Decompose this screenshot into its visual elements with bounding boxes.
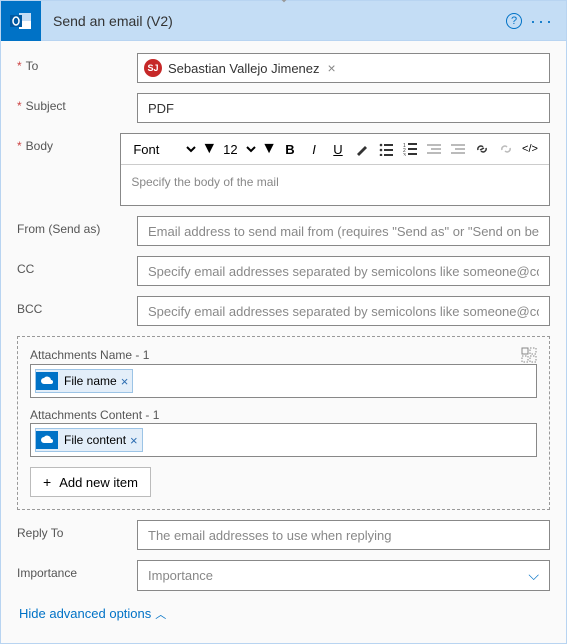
connector-arrow-icon bbox=[275, 0, 293, 6]
card-header: Send an email (V2) ? ··· bbox=[1, 1, 566, 41]
numbered-icon: 123 bbox=[403, 142, 417, 156]
link-icon bbox=[475, 142, 489, 156]
body-editor: Font ▼ 12 ▼ B I U 1 bbox=[120, 133, 550, 206]
reply-to-label: Reply To bbox=[17, 520, 137, 540]
bullet-list-button[interactable] bbox=[375, 138, 397, 160]
outdent-icon bbox=[427, 142, 441, 156]
svg-text:3: 3 bbox=[403, 153, 406, 156]
unlink-button[interactable] bbox=[495, 138, 517, 160]
to-input[interactable]: SJ Sebastian Vallejo Jimenez × bbox=[137, 53, 550, 83]
plus-icon: + bbox=[43, 474, 51, 490]
recipient-name: Sebastian Vallejo Jimenez bbox=[168, 61, 320, 76]
code-view-button[interactable]: </> bbox=[519, 138, 541, 160]
bcc-input[interactable] bbox=[137, 296, 550, 326]
card-title: Send an email (V2) bbox=[41, 13, 506, 29]
underline-button[interactable]: U bbox=[327, 138, 349, 160]
more-menu-icon[interactable]: ··· bbox=[530, 16, 554, 26]
outdent-button[interactable] bbox=[423, 138, 445, 160]
pencil-icon bbox=[355, 142, 369, 156]
action-card: Send an email (V2) ? ··· To SJ Sebastian… bbox=[0, 0, 567, 644]
indent-icon bbox=[451, 142, 465, 156]
subject-input[interactable] bbox=[137, 93, 550, 123]
body-content[interactable]: Specify the body of the mail bbox=[121, 165, 549, 205]
italic-button[interactable]: I bbox=[303, 138, 325, 160]
subject-label: Subject bbox=[17, 93, 137, 113]
file-name-token-text: File name bbox=[64, 374, 117, 388]
add-new-item-button[interactable]: + Add new item bbox=[30, 467, 151, 497]
unlink-icon bbox=[499, 142, 513, 156]
cc-label: CC bbox=[17, 256, 137, 276]
attachments-group: Attachments Name - 1 File name × Attachm… bbox=[17, 336, 550, 510]
number-list-button[interactable]: 123 bbox=[399, 138, 421, 160]
file-name-token: File name × bbox=[35, 369, 133, 393]
cc-input[interactable] bbox=[137, 256, 550, 286]
rich-text-toolbar: Font ▼ 12 ▼ B I U 1 bbox=[121, 134, 549, 165]
header-actions: ? ··· bbox=[506, 13, 566, 29]
chevron-up-icon: ︿ bbox=[155, 606, 166, 622]
card-body: To SJ Sebastian Vallejo Jimenez × Subjec… bbox=[1, 41, 566, 643]
hide-advanced-link[interactable]: Hide advanced options ︿ bbox=[19, 606, 166, 622]
add-new-item-label: Add new item bbox=[59, 475, 138, 490]
indent-button[interactable] bbox=[447, 138, 469, 160]
remove-token-icon[interactable]: × bbox=[121, 374, 129, 389]
text-color-button[interactable] bbox=[351, 138, 373, 160]
switch-mode-icon[interactable] bbox=[521, 347, 537, 363]
font-dropdown-icon[interactable]: ▼ bbox=[201, 140, 217, 158]
recipient-chip: SJ Sebastian Vallejo Jimenez × bbox=[144, 59, 336, 77]
body-label: Body bbox=[17, 133, 120, 153]
from-label: From (Send as) bbox=[17, 216, 137, 236]
outlook-icon-container bbox=[1, 1, 41, 41]
size-dropdown-icon[interactable]: ▼ bbox=[261, 140, 277, 158]
attach-content-input[interactable]: File content × bbox=[30, 423, 537, 457]
from-input[interactable] bbox=[137, 216, 550, 246]
bullets-icon bbox=[379, 142, 393, 156]
remove-recipient-icon[interactable]: × bbox=[328, 60, 336, 76]
importance-value: Importance bbox=[148, 568, 213, 583]
font-size-select[interactable]: 12 bbox=[219, 141, 259, 158]
code-icon: </> bbox=[522, 143, 538, 155]
remove-token-icon[interactable]: × bbox=[130, 433, 138, 448]
font-select[interactable]: Font bbox=[129, 141, 199, 158]
importance-select[interactable]: Importance ⌵ bbox=[137, 560, 550, 591]
attach-name-label: Attachments Name - 1 bbox=[30, 348, 149, 362]
reply-to-input[interactable] bbox=[137, 520, 550, 550]
bcc-label: BCC bbox=[17, 296, 137, 316]
dynamic-content-icon bbox=[36, 431, 58, 449]
chevron-down-icon: ⌵ bbox=[528, 567, 539, 584]
link-button[interactable] bbox=[471, 138, 493, 160]
help-icon[interactable]: ? bbox=[506, 13, 522, 29]
recipient-avatar: SJ bbox=[144, 59, 162, 77]
bold-button[interactable]: B bbox=[279, 138, 301, 160]
attach-content-label: Attachments Content - 1 bbox=[30, 408, 537, 422]
importance-label: Importance bbox=[17, 560, 137, 580]
dynamic-content-icon bbox=[36, 372, 58, 390]
to-label: To bbox=[17, 53, 137, 73]
file-content-token: File content × bbox=[35, 428, 143, 452]
file-content-token-text: File content bbox=[64, 433, 126, 447]
outlook-icon bbox=[9, 9, 33, 33]
attach-name-input[interactable]: File name × bbox=[30, 364, 537, 398]
